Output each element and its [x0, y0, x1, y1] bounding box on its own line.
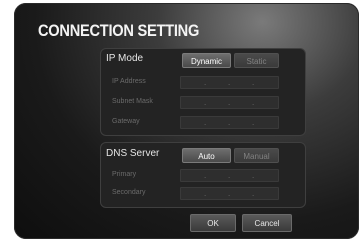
ip-address-input[interactable]: . . .	[180, 76, 279, 89]
secondary-dns-input[interactable]: . . .	[180, 187, 279, 200]
gateway-separator: .	[228, 118, 231, 127]
secondary-dns-separator: .	[228, 189, 231, 198]
ip-address-separator: .	[204, 78, 207, 87]
ip-address-label: IP Address	[112, 78, 146, 85]
subnet-mask-input[interactable]: . . .	[180, 96, 279, 109]
dns-auto-button[interactable]: Auto	[182, 148, 231, 163]
ip-address-separator: .	[252, 78, 255, 87]
dns-manual-button[interactable]: Manual	[234, 148, 279, 163]
primary-dns-label: Primary	[112, 171, 137, 178]
ip-mode-dynamic-button[interactable]: Dynamic	[182, 53, 231, 68]
dns-server-label: DNS Server	[106, 148, 160, 159]
gateway-separator: .	[204, 118, 207, 127]
gateway-input[interactable]: . . .	[180, 116, 279, 129]
subnet-mask-label: Subnet Mask	[112, 98, 153, 105]
subnet-mask-separator: .	[204, 98, 207, 107]
connection-setting-dialog: CONNECTION SETTING IP Mode Dynamic Stati…	[14, 3, 359, 239]
dialog-title: CONNECTION SETTING	[38, 21, 200, 40]
subnet-mask-separator: .	[252, 98, 255, 107]
primary-dns-input[interactable]: . . .	[180, 169, 279, 182]
ok-button[interactable]: OK	[190, 214, 236, 232]
primary-dns-separator: .	[252, 171, 255, 180]
secondary-dns-label: Secondary	[112, 189, 146, 196]
gateway-separator: .	[252, 118, 255, 127]
primary-dns-separator: .	[204, 171, 207, 180]
ip-mode-static-button[interactable]: Static	[234, 53, 279, 68]
secondary-dns-separator: .	[204, 189, 207, 198]
ip-address-separator: .	[228, 78, 231, 87]
primary-dns-separator: .	[228, 171, 231, 180]
secondary-dns-separator: .	[252, 189, 255, 198]
cancel-button[interactable]: Cancel	[242, 214, 292, 232]
subnet-mask-separator: .	[228, 98, 231, 107]
ip-mode-label: IP Mode	[106, 53, 144, 64]
gateway-label: Gateway	[112, 118, 140, 125]
